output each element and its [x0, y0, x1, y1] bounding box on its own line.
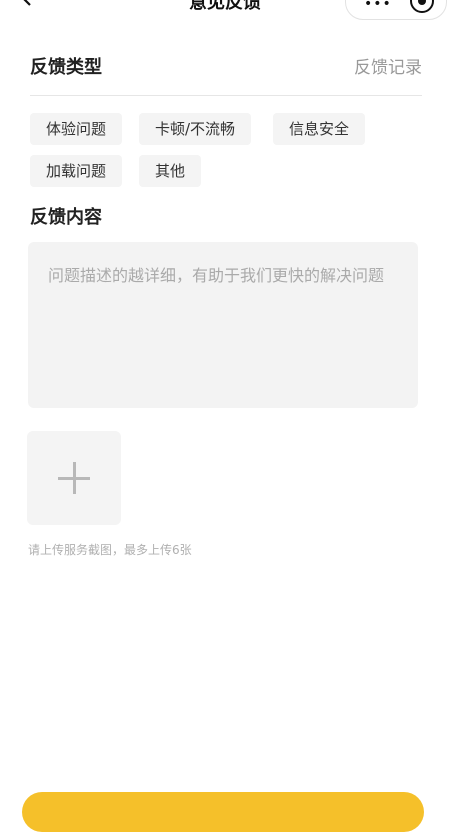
chip-experience[interactable]: 体验问题 — [30, 113, 123, 145]
upload-image-button[interactable] — [27, 431, 121, 525]
submit-button[interactable] — [22, 792, 424, 832]
feedback-type-header: 反馈类型 反馈记录 — [30, 53, 422, 78]
chip-loading[interactable]: 加载问题 — [30, 155, 123, 187]
upload-hint: 请上传服务截图，最多上传6张 — [28, 543, 192, 557]
target-icon[interactable] — [410, 0, 434, 13]
chip-other[interactable]: 其他 — [139, 155, 202, 187]
textarea-placeholder: 问题描述的越详细，有助于我们更快的解决问题 — [48, 266, 385, 285]
divider — [30, 95, 422, 96]
feedback-record-link[interactable]: 反馈记录 — [354, 53, 422, 78]
more-dots-icon[interactable]: ••• — [364, 0, 392, 12]
chip-lag[interactable]: 卡顿/不流畅 — [139, 113, 252, 145]
chip-security[interactable]: 信息安全 — [273, 113, 366, 145]
feedback-type-label: 反馈类型 — [30, 57, 102, 78]
feedback-content-label: 反馈内容 — [30, 207, 102, 228]
mini-program-capsule[interactable]: ••• — [345, 0, 447, 20]
feedback-textarea[interactable]: 问题描述的越详细，有助于我们更快的解决问题 — [28, 242, 418, 408]
nav-bar: 意见反馈 ••• — [0, 0, 450, 22]
